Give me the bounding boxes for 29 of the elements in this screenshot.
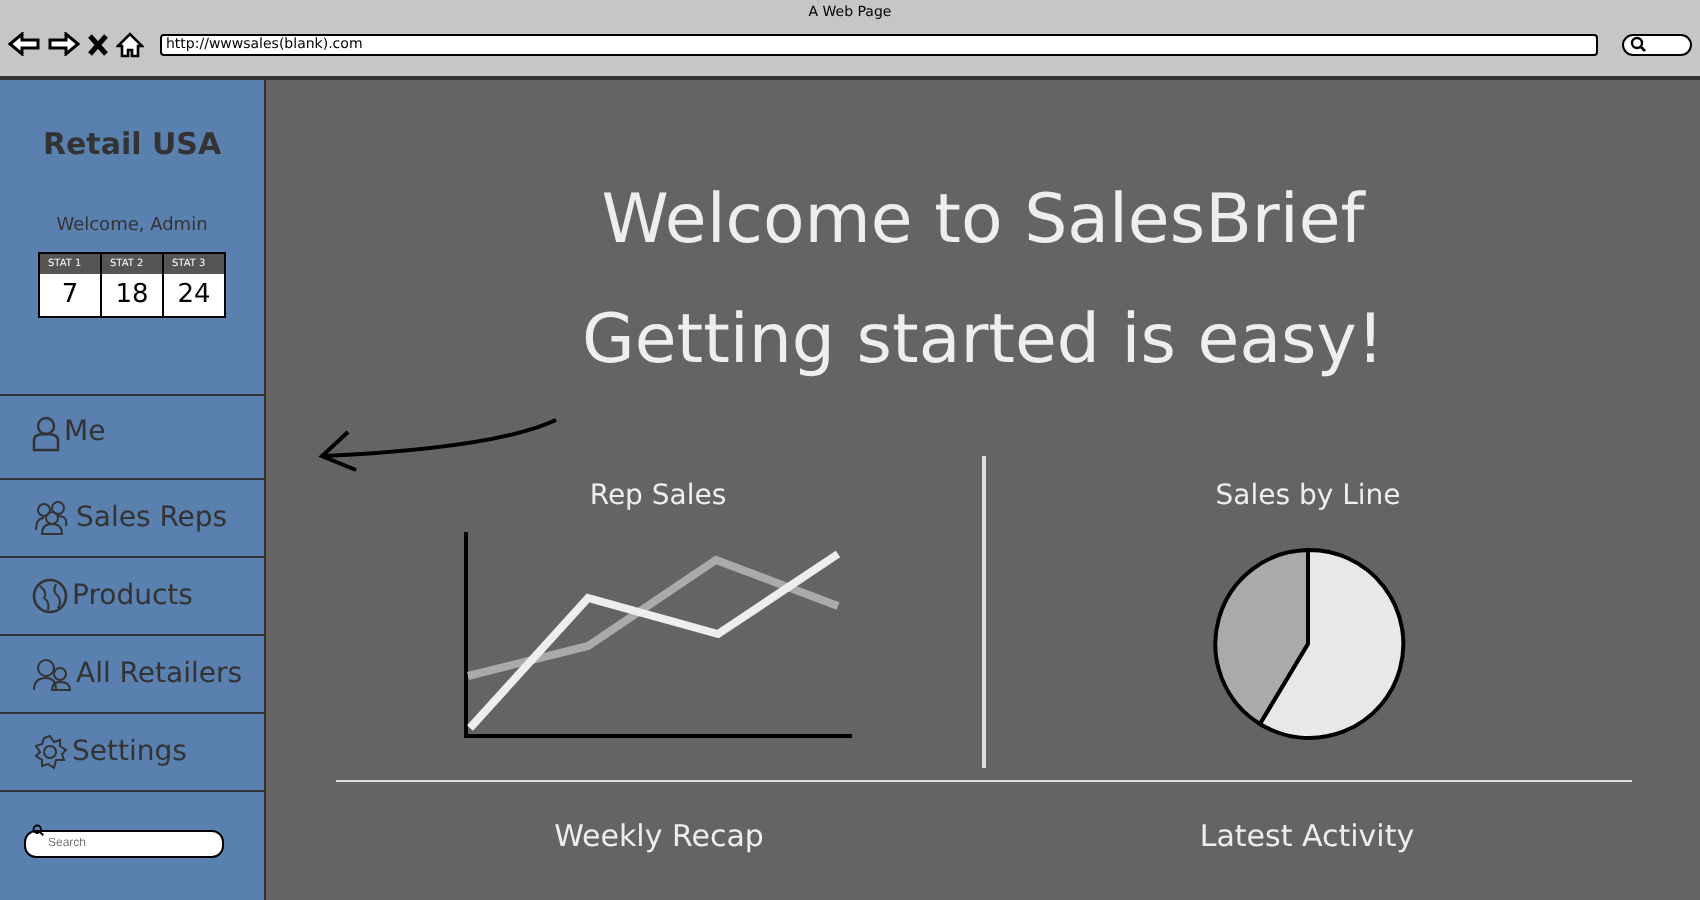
welcome-text: Welcome, Admin <box>54 216 210 236</box>
nav-item[interactable]: Products <box>0 558 264 636</box>
search-icon <box>1630 36 1646 52</box>
home-icon[interactable] <box>116 31 144 57</box>
chart-title: Sales by Line <box>1215 480 1401 512</box>
search-icon <box>32 824 44 836</box>
subheadline: Getting started is easy! <box>582 300 1384 380</box>
group-icon <box>32 500 72 536</box>
nav-item[interactable]: Settings <box>0 714 264 792</box>
nav-item[interactable]: All Retailers <box>0 636 264 714</box>
back-icon[interactable] <box>8 32 40 56</box>
nav-item[interactable]: Me <box>0 396 264 480</box>
people-icon <box>32 656 72 692</box>
chart-title: Rep Sales <box>589 480 727 512</box>
search-button[interactable] <box>1622 33 1692 55</box>
close-icon[interactable] <box>88 33 108 55</box>
nav-item[interactable]: Sales Reps <box>0 480 264 558</box>
stat-value: 7 <box>40 274 100 316</box>
stat-value: 18 <box>102 274 162 316</box>
brand-name: Retail USA <box>40 126 224 162</box>
person-icon <box>32 416 60 452</box>
stat-value: 24 <box>164 274 224 316</box>
arrow-icon <box>316 416 560 472</box>
headline: Welcome to SalesBrief <box>601 180 1365 260</box>
gear-icon <box>32 734 68 770</box>
section-title: Weekly Recap <box>552 818 766 854</box>
section-title: Latest Activity <box>1197 818 1417 854</box>
globe-icon <box>32 578 68 614</box>
forward-icon[interactable] <box>48 32 80 56</box>
